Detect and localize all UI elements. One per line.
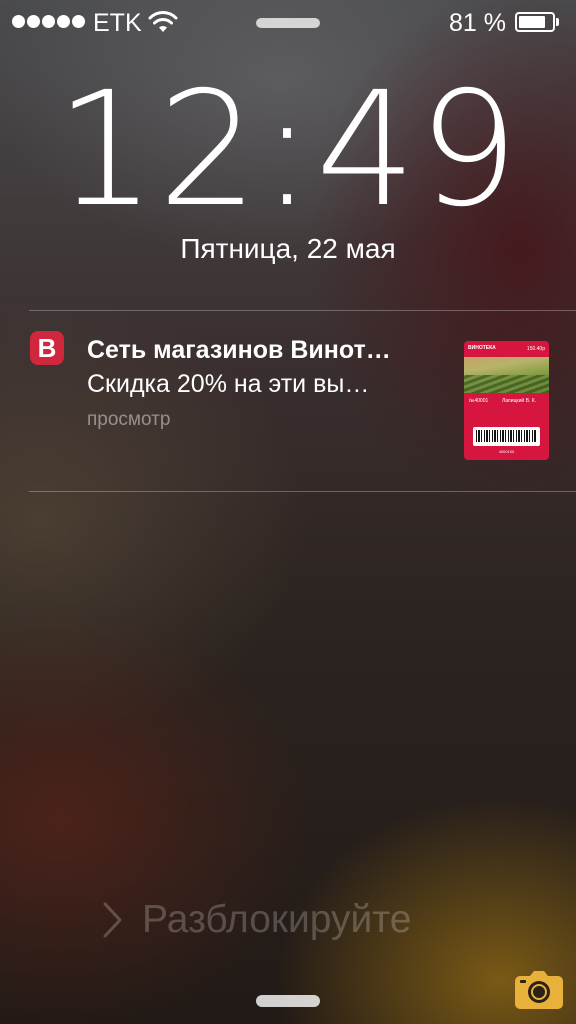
- app-icon-letter: B: [37, 333, 57, 363]
- app-icon: B: [30, 331, 64, 365]
- notification-view-action[interactable]: просмотр: [87, 408, 170, 432]
- lock-screen-date: Пятница, 22 мая: [180, 233, 396, 264]
- thumbnail-price: 150.40р: [526, 346, 545, 352]
- status-bar: ETK 81 %: [0, 0, 576, 44]
- notification-body: Скидка 20% на эти вы…: [87, 370, 370, 398]
- lock-screen-time: 12:49: [55, 58, 521, 242]
- barcode-icon: [473, 427, 540, 446]
- battery-percentage: 81 %: [449, 9, 506, 37]
- camera-icon[interactable]: [514, 970, 564, 1010]
- thumbnail-card-number: №40001: [469, 398, 489, 404]
- thumbnail-vineyard-photo: [464, 357, 549, 393]
- thumbnail-owner: Лапицкий В. К.: [502, 398, 537, 404]
- battery-icon: [515, 12, 559, 32]
- signal-strength-icon: [12, 15, 85, 29]
- notification-center-grabber[interactable]: [256, 18, 320, 28]
- notification-divider-bottom: [29, 491, 576, 492]
- notification-title: Сеть магазинов Винот…: [87, 336, 391, 364]
- notification-item[interactable]: B Сеть магазинов Винот… Скидка 20% на эт…: [0, 311, 576, 491]
- unlock-label: Разблокируйте: [142, 898, 412, 941]
- slide-to-unlock[interactable]: Разблокируйте: [100, 895, 411, 945]
- wifi-icon: [148, 11, 178, 32]
- thumbnail-code: 4000100: [498, 449, 515, 454]
- thumbnail-logo: ВИНОТЕКА: [468, 345, 496, 351]
- chevron-right-icon: [103, 902, 122, 938]
- carrier-name: ETK: [93, 9, 142, 37]
- notification-thumbnail: ВИНОТЕКА 150.40р №40001 Лапицкий В. К. 4…: [464, 341, 549, 460]
- control-center-grabber[interactable]: [256, 995, 320, 1007]
